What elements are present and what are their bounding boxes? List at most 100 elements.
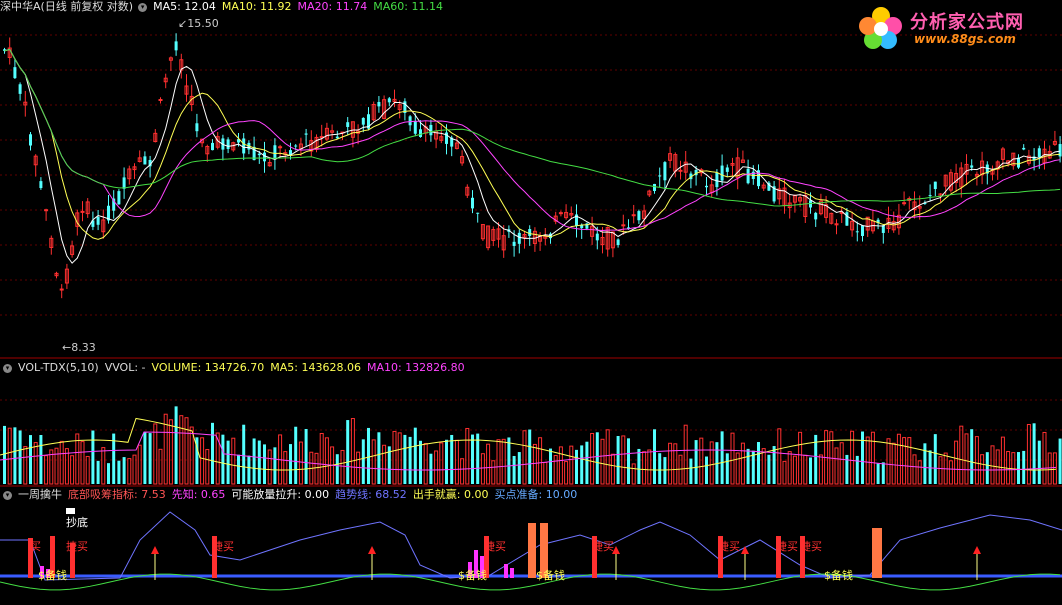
volume-bar <box>543 461 548 485</box>
volume-bar <box>361 439 365 484</box>
ma10-readout: MA10: 11.92 <box>221 0 292 13</box>
volume-bar <box>445 439 448 484</box>
candle-body <box>705 185 708 188</box>
volume-bar <box>575 449 578 484</box>
volume-bar <box>558 446 563 485</box>
candle-body <box>970 165 974 168</box>
volume-bar <box>168 419 173 485</box>
candle-body <box>476 212 480 214</box>
volume-bar <box>580 445 584 484</box>
candle-body <box>44 209 49 212</box>
volume-bar <box>1052 452 1057 485</box>
candle-body <box>746 168 750 184</box>
volume-bar <box>107 463 110 484</box>
volume-bar <box>184 417 189 485</box>
candle-body <box>720 165 724 181</box>
volume-bar <box>964 433 969 485</box>
volume-bar <box>928 450 932 484</box>
candle-body <box>855 231 859 233</box>
jiebuy-label-4: 捷买 <box>592 540 614 553</box>
candle-body <box>678 169 683 172</box>
jiebuy-label-2: 捷买 <box>212 540 234 553</box>
volume-bar <box>335 454 339 484</box>
candle-body <box>631 214 636 217</box>
candle-body <box>902 202 907 205</box>
ind-settings-icon[interactable]: ▾ <box>3 490 12 500</box>
volume-bar <box>772 446 776 484</box>
volume-bar <box>179 415 184 485</box>
volume-bar <box>1037 440 1041 484</box>
volume-bar <box>59 440 64 485</box>
volume-bar <box>304 428 308 484</box>
volume-bar <box>528 429 532 484</box>
volume-bar <box>610 453 615 485</box>
kenengfang-readout: 可能放量拉升: 0.00 <box>231 488 330 501</box>
candle-body <box>408 116 412 126</box>
volume-bar <box>257 440 261 484</box>
volume-bar <box>367 427 370 484</box>
high-price-mark: ↙15.50 <box>178 17 219 30</box>
candle-body <box>361 117 365 125</box>
volume-bar <box>881 462 885 484</box>
volume-bar <box>673 443 678 485</box>
settings-icon[interactable]: ▾ <box>138 2 148 12</box>
volume-bar <box>938 456 943 485</box>
volume-bar <box>876 463 880 484</box>
volume-bar <box>595 432 599 484</box>
volume-bar <box>439 442 444 485</box>
volume-bar <box>870 431 875 485</box>
candle-body <box>845 212 849 226</box>
volume-bar <box>486 443 491 485</box>
candle-body <box>273 145 277 159</box>
jiebuy-label-5: 捷买 <box>718 540 740 553</box>
volume-bar <box>247 455 251 484</box>
volume-bar <box>907 437 912 485</box>
candle-body <box>59 288 64 291</box>
volume-bar <box>896 433 901 485</box>
volume-bar <box>725 453 729 484</box>
candle-body <box>658 175 662 177</box>
volume-bar <box>683 424 688 485</box>
volume-bar <box>450 434 454 484</box>
volume-header: ▾ VOL-TDX(5,10) VVOL: - VOLUME: 134726.70 MA… <box>0 361 471 375</box>
volume-bar <box>117 460 121 484</box>
beiqian-label-4: $备钱 <box>824 569 853 582</box>
volume-readout: VOLUME: 134726.70 <box>151 361 265 374</box>
volume-bar <box>532 443 537 485</box>
vol-settings-icon[interactable]: ▾ <box>3 363 12 373</box>
candle-body <box>715 172 719 188</box>
candle-body <box>558 212 563 215</box>
magenta-bar <box>510 568 514 578</box>
candle-body <box>1017 157 1020 168</box>
volume-bar <box>735 452 740 485</box>
volume-bar <box>91 430 95 484</box>
volume-bar <box>471 434 474 484</box>
volume-bar <box>850 430 855 485</box>
logo-url: www.88gs.com <box>914 32 1016 46</box>
volume-bar <box>454 439 459 485</box>
candle-body <box>346 122 350 127</box>
ma5-readout: MA5: 12.04 <box>153 0 216 13</box>
volume-bar <box>1047 452 1052 485</box>
volume-bar <box>189 426 194 485</box>
volume-bar <box>122 457 126 484</box>
candle-body <box>413 121 417 134</box>
volume-bar <box>33 442 38 485</box>
volume-bar <box>653 429 656 484</box>
arrow-up-icon <box>368 546 376 554</box>
volume-bar <box>658 453 662 484</box>
volume-bar <box>787 451 792 485</box>
volume-bar <box>314 452 319 485</box>
candle-body <box>928 195 932 197</box>
xianzhi-readout: 先知: 0.65 <box>171 488 226 501</box>
volume-bar <box>948 460 953 485</box>
volume-bar <box>273 447 277 484</box>
volume-bar <box>538 437 543 485</box>
volume-bar <box>158 448 163 485</box>
candle-body <box>13 67 17 79</box>
volume-bar <box>917 460 922 485</box>
chart-canvas[interactable] <box>0 0 1062 605</box>
volume-bar <box>7 427 12 485</box>
volume-bar <box>205 449 210 485</box>
candle-body <box>517 232 521 244</box>
